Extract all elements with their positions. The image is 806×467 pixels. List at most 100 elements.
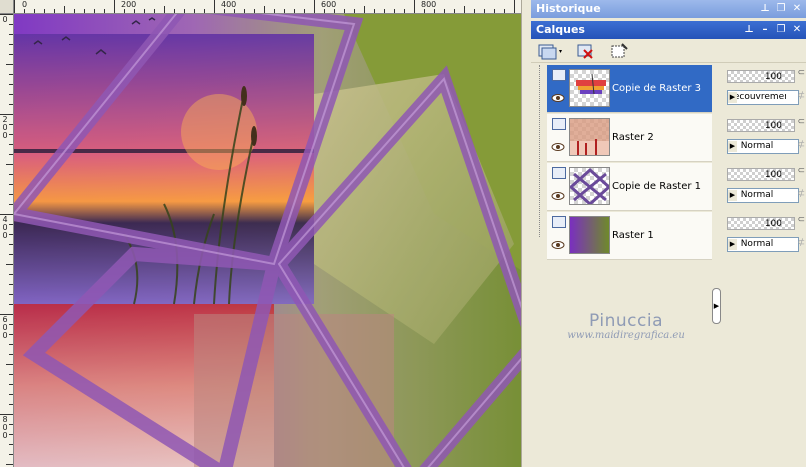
ruler-tick: [384, 9, 385, 13]
blend-mode-select[interactable]: Normal ▶: [727, 188, 799, 203]
opacity-value: 100: [764, 219, 782, 229]
dropdown-arrow-icon: ▶: [728, 141, 737, 152]
lock-icon[interactable]: ⊂: [797, 166, 805, 176]
lock-icon[interactable]: ⊂: [797, 68, 805, 78]
ruler-tick: [324, 9, 325, 13]
ruler-tick: [6, 464, 13, 465]
pin-icon[interactable]: ⊥: [744, 21, 754, 39]
restore-icon[interactable]: ❐: [776, 0, 786, 18]
ruler-tick: [494, 9, 495, 13]
ruler-tick: [124, 9, 125, 13]
ruler-tick: [9, 184, 13, 185]
panel-splitter[interactable]: [521, 0, 531, 467]
history-panel-titlebar[interactable]: Historique ⊥ ❐ ✕: [531, 0, 806, 18]
ruler-tick: [254, 9, 255, 13]
horizontal-ruler: 0 200 400 600 800: [0, 0, 527, 14]
ruler-tick: [144, 9, 145, 13]
opacity-slider[interactable]: 100: [727, 217, 795, 230]
ruler-tick: [0, 314, 13, 315]
ruler-tick: [284, 9, 285, 13]
link-icon[interactable]: ⊄: [797, 238, 805, 248]
ruler-label: 200: [121, 0, 137, 9]
eye-icon[interactable]: [551, 191, 565, 201]
eye-icon[interactable]: [551, 240, 565, 250]
link-icon[interactable]: ⊄: [797, 91, 805, 101]
layer-row[interactable]: Raster 1: [547, 212, 712, 260]
new-layer-icon: [538, 44, 562, 60]
opacity-slider[interactable]: 100: [727, 168, 795, 181]
ruler-label: 800: [421, 0, 437, 9]
link-icon[interactable]: ⊄: [797, 140, 805, 150]
ruler-tick: [274, 9, 275, 13]
ruler-tick: [9, 174, 13, 175]
layer-properties-button[interactable]: [609, 42, 629, 60]
ruler-tick: [6, 64, 13, 65]
artwork: [14, 14, 527, 467]
lock-icon[interactable]: ⊂: [797, 117, 805, 127]
ruler-tick: [94, 9, 95, 13]
ruler-tick: [74, 9, 75, 13]
eye-icon[interactable]: [551, 142, 565, 152]
ruler-tick: [14, 0, 15, 13]
blend-mode-select[interactable]: Recouvrement▶: [727, 90, 799, 105]
eye-icon[interactable]: [551, 93, 565, 103]
delete-layer-button[interactable]: [576, 42, 596, 60]
ruler-label: 2 0 0: [2, 115, 8, 140]
ruler-tick: [9, 194, 13, 195]
layer-name: Raster 2: [612, 132, 654, 143]
ruler-tick: [354, 9, 355, 13]
blend-mode-select[interactable]: Normal ▶: [727, 139, 799, 154]
ruler-tick: [344, 9, 345, 13]
opacity-slider[interactable]: 100: [727, 70, 795, 83]
ruler-tick: [9, 274, 13, 275]
ruler-label: 4 0 0: [2, 215, 8, 240]
layer-thumbnail: [569, 216, 610, 254]
opacity-value: 100: [764, 72, 782, 82]
minimize-icon[interactable]: –: [760, 21, 770, 39]
ruler-tick: [9, 334, 13, 335]
ruler-tick: [9, 424, 13, 425]
ruler-label: 600: [321, 0, 337, 9]
close-icon[interactable]: ✕: [792, 21, 802, 39]
layer-thumbnail: [569, 69, 610, 107]
restore-icon[interactable]: ❐: [776, 21, 786, 39]
ruler-tick: [0, 214, 13, 215]
blend-mode-select[interactable]: Normal ▶: [727, 237, 799, 252]
ruler-tick: [364, 6, 365, 13]
image-canvas[interactable]: [14, 14, 527, 467]
ruler-tick: [314, 0, 315, 13]
ruler-tick: [9, 24, 13, 25]
raster-layer-icon: [552, 69, 566, 81]
ruler-tick: [244, 9, 245, 13]
ruler-tick: [454, 9, 455, 13]
layer-row[interactable]: Copie de Raster 3: [547, 65, 712, 113]
ruler-tick: [184, 9, 185, 13]
lock-icon[interactable]: ⊂: [797, 215, 805, 225]
layer-properties: 100 ⊂ Normal ▶ ⊄: [724, 114, 806, 162]
ruler-label: 6 0 0: [2, 315, 8, 340]
ruler-tick: [9, 344, 13, 345]
ruler-tick: [6, 364, 13, 365]
link-icon[interactable]: ⊄: [797, 189, 805, 199]
layer-name: Copie de Raster 1: [612, 181, 702, 192]
layer-row[interactable]: Raster 2: [547, 114, 712, 162]
opacity-value: 100: [764, 121, 782, 131]
ruler-tick: [9, 44, 13, 45]
opacity-slider[interactable]: 100: [727, 119, 795, 132]
ruler-corner: [0, 0, 14, 14]
ruler-tick: [134, 9, 135, 13]
layer-row[interactable]: Copie de Raster 1: [547, 163, 712, 211]
ruler-tick: [44, 9, 45, 13]
ruler-tick: [464, 6, 465, 13]
tree-line: [539, 65, 540, 237]
ruler-tick: [9, 34, 13, 35]
layers-panel-titlebar[interactable]: Calques ⊥ – ❐ ✕: [531, 21, 806, 39]
ruler-tick: [9, 284, 13, 285]
ruler-tick: [9, 234, 13, 235]
ruler-tick: [9, 324, 13, 325]
new-layer-button[interactable]: [537, 42, 565, 60]
close-icon[interactable]: ✕: [792, 0, 802, 18]
watermark-url: www.maidiregrafica.eu: [567, 330, 685, 341]
ruler-tick: [394, 9, 395, 13]
pin-icon[interactable]: ⊥: [760, 0, 770, 18]
